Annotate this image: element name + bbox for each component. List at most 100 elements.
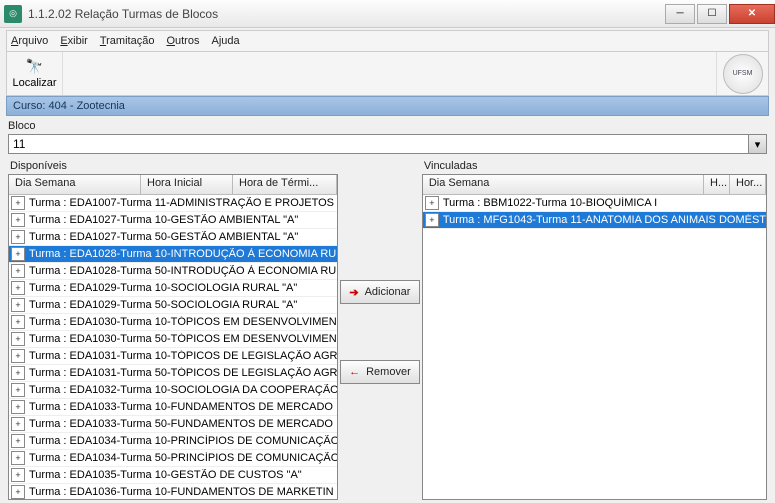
disponiveis-row[interactable]: +Turma : EDA1027-Turma 50-GESTÃO AMBIENT… [9, 229, 337, 246]
disponiveis-row-text: Turma : EDA1031-Turma 10-TÓPICOS DE LEGI… [29, 350, 337, 362]
disponiveis-row[interactable]: + Turma : EDA1031-Turma 50-TÓPICOS DE LEG… [9, 365, 337, 382]
col-h-v[interactable]: H... [704, 175, 730, 194]
menu-ajuda[interactable]: Ajuda [211, 35, 239, 47]
titlebar: ◎ 1.1.2.02 Relação Turmas de Blocos ─ ☐ … [0, 0, 775, 28]
col-dia-semana-v[interactable]: Dia Semana [423, 175, 704, 194]
disponiveis-row-text: Turma : EDA1031-Turma 50-TÓPICOS DE LEGI… [29, 367, 337, 379]
disponiveis-row-text: Turma : EDA1032-Turma 10-SOCIOLOGIA DA C… [29, 384, 337, 396]
logo-icon: UFSM [723, 54, 763, 94]
minimize-button[interactable]: ─ [665, 4, 695, 24]
disponiveis-row-text: Turma : EDA1030-Turma 10-TÓPICOS EM DESE… [29, 316, 337, 328]
expand-icon[interactable]: + [11, 366, 25, 380]
expand-icon[interactable]: + [11, 264, 25, 278]
vinculadas-panel: Vinculadas Dia Semana H... Hor... +Turma… [422, 160, 767, 500]
vinculadas-row[interactable]: + Turma : BBM1022-Turma 10-BIOQUÍMICA I [423, 195, 766, 212]
disponiveis-row[interactable]: + Turma : EDA1036-Turma 10-FUNDAMENTOS DE… [9, 484, 337, 499]
vinculadas-row[interactable]: + Turma : MFG1043-Turma 11-ANATOMIA DOS A… [423, 212, 766, 229]
expand-icon[interactable]: + [11, 281, 25, 295]
menu-arquivo[interactable]: Arquivo [11, 35, 48, 47]
window-title: 1.1.2.02 Relação Turmas de Blocos [28, 7, 218, 21]
disponiveis-row[interactable]: + Turma : EDA1031-Turma 10-TÓPICOS DE LEG… [9, 348, 337, 365]
expand-icon[interactable]: + [425, 196, 439, 210]
disponiveis-row[interactable]: +Turma : EDA1033-Turma 50-FUNDAMENTOS DE… [9, 416, 337, 433]
vinculadas-grid: Dia Semana H... Hor... + Turma : BBM1022-… [422, 174, 767, 500]
disponiveis-row[interactable]: + Turma : EDA1032-Turma 10-SOCIOLOGIA DA … [9, 382, 337, 399]
localizar-label: Localizar [12, 77, 56, 89]
disponiveis-row[interactable]: + Turma : EDA1029-Turma 10-SOCIOLOGIA RUR… [9, 280, 337, 297]
disponiveis-row[interactable]: + Turma : EDA1028-Turma 50-INTRODUÇÃO À E… [9, 263, 337, 280]
disponiveis-row-text: Turma : EDA1033-Turma 10-FUNDAMENTOS DE … [29, 401, 333, 413]
vinculadas-header: Dia Semana H... Hor... [423, 175, 766, 195]
disponiveis-row-text: Turma : EDA1029-Turma 10-SOCIOLOGIA RURA… [29, 282, 297, 294]
expand-icon[interactable]: + [11, 315, 25, 329]
disponiveis-row-text: Turma : EDA1027-Turma 10-GESTÃO AMBIENTA… [29, 214, 298, 226]
expand-icon[interactable]: + [11, 349, 25, 363]
maximize-button[interactable]: ☐ [697, 4, 727, 24]
course-label: Curso: 404 - Zootecnia [13, 100, 125, 112]
disponiveis-row-text: Turma : EDA1030-Turma 50-TÓPICOS EM DESE… [29, 333, 337, 345]
disponiveis-header: Dia Semana Hora Inicial Hora de Térmi... [9, 175, 337, 195]
disponiveis-row[interactable]: +Turma : EDA1034-Turma 10-PRINCÍPIOS DE … [9, 433, 337, 450]
disponiveis-grid: Dia Semana Hora Inicial Hora de Térmi...… [8, 174, 338, 500]
col-hora-inicial[interactable]: Hora Inicial [141, 175, 233, 194]
disponiveis-row-text: Turma : EDA1035-Turma 10-GESTÃO DE CUSTO… [29, 469, 302, 481]
menubar: Arquivo Exibir Tramitação Outros Ajuda [6, 30, 769, 52]
col-dia-semana[interactable]: Dia Semana [9, 175, 141, 194]
disponiveis-row[interactable]: + Turma : EDA1030-Turma 50-TÓPICOS EM DES… [9, 331, 337, 348]
close-button[interactable]: ✕ [729, 4, 775, 24]
vinculadas-body[interactable]: + Turma : BBM1022-Turma 10-BIOQUÍMICA I + T… [423, 195, 766, 499]
col-hora-termino[interactable]: Hora de Térmi... [233, 175, 337, 194]
disponiveis-panel: Disponíveis Dia Semana Hora Inicial Hora… [8, 160, 338, 500]
vinculadas-row-text: Turma : BBM1022-Turma 10-BIOQUÍMICA I [443, 197, 657, 209]
expand-icon[interactable]: + [11, 434, 25, 448]
adicionar-label: Adicionar [365, 286, 411, 298]
disponiveis-row[interactable]: +Turma : EDA1007-Turma 11-ADMINISTRAÇÃO … [9, 195, 337, 212]
menu-outros[interactable]: Outros [166, 35, 199, 47]
disponiveis-row[interactable]: + Turma : EDA1027-Turma 10-GESTÃO AMBIENT… [9, 212, 337, 229]
institution-logo: UFSM [716, 52, 768, 95]
course-bar: Curso: 404 - Zootecnia [6, 96, 769, 116]
expand-icon[interactable]: + [11, 383, 25, 397]
localizar-button[interactable]: 🔭 Localizar [7, 52, 63, 95]
bloco-input[interactable] [8, 134, 749, 154]
adicionar-button[interactable]: ➔ Adicionar [340, 280, 420, 304]
expand-icon[interactable]: + [11, 213, 25, 227]
disponiveis-row[interactable]: +Turma : EDA1034-Turma 50-PRINCÍPIOS DE … [9, 450, 337, 467]
expand-icon[interactable]: + [11, 298, 25, 312]
expand-icon[interactable]: + [11, 196, 25, 210]
arrow-left-icon: ← [349, 366, 360, 378]
disponiveis-row[interactable]: + Turma : EDA1030-Turma 10-TÓPICOS EM DES… [9, 314, 337, 331]
expand-icon[interactable]: + [11, 451, 25, 465]
expand-icon[interactable]: + [425, 213, 439, 227]
binoculars-icon: 🔭 [26, 58, 43, 75]
disponiveis-row[interactable]: + Turma : EDA1033-Turma 10-FUNDAMENTOS DE… [9, 399, 337, 416]
col-hor-v[interactable]: Hor... [730, 175, 766, 194]
window-controls: ─ ☐ ✕ [663, 4, 775, 24]
vinculadas-row-text: Turma : MFG1043-Turma 11-ANATOMIA DOS AN… [443, 214, 766, 226]
bloco-label: Bloco [8, 120, 767, 132]
expand-icon[interactable]: + [11, 417, 25, 431]
expand-icon[interactable]: + [11, 230, 25, 244]
expand-icon[interactable]: + [11, 332, 25, 346]
disponiveis-row[interactable]: + Turma : EDA1028-Turma 10-INTRODUÇÃO À E… [9, 246, 337, 263]
bloco-section: Bloco ▾ [8, 120, 767, 154]
expand-icon[interactable]: + [11, 485, 25, 499]
expand-icon[interactable]: + [11, 400, 25, 414]
expand-icon[interactable]: + [11, 247, 25, 261]
disponiveis-row[interactable]: + Turma : EDA1035-Turma 10-GESTÃO DE CUST… [9, 467, 337, 484]
disponiveis-row-text: Turma : EDA1028-Turma 50-INTRODUÇÃO À EC… [29, 265, 336, 277]
disponiveis-body[interactable]: +Turma : EDA1007-Turma 11-ADMINISTRAÇÃO … [9, 195, 337, 499]
menu-tramitacao[interactable]: Tramitação [100, 35, 155, 47]
toolbar: 🔭 Localizar UFSM [6, 52, 769, 96]
disponiveis-row-text: Turma : EDA1028-Turma 10-INTRODUÇÃO À EC… [29, 248, 336, 260]
expand-icon[interactable]: + [11, 468, 25, 482]
disponiveis-row-text: Turma : EDA1036-Turma 10-FUNDAMENTOS DE … [29, 486, 334, 498]
disponiveis-title: Disponíveis [8, 160, 338, 172]
remover-button[interactable]: ← Remover [340, 360, 420, 384]
menu-exibir[interactable]: Exibir [60, 35, 88, 47]
remover-label: Remover [366, 366, 411, 378]
bloco-dropdown-button[interactable]: ▾ [749, 134, 767, 154]
arrow-right-icon: ➔ [349, 286, 358, 299]
action-buttons: ➔ Adicionar ← Remover [338, 160, 422, 500]
disponiveis-row[interactable]: +Turma : EDA1029-Turma 50-SOCIOLOGIA RUR… [9, 297, 337, 314]
